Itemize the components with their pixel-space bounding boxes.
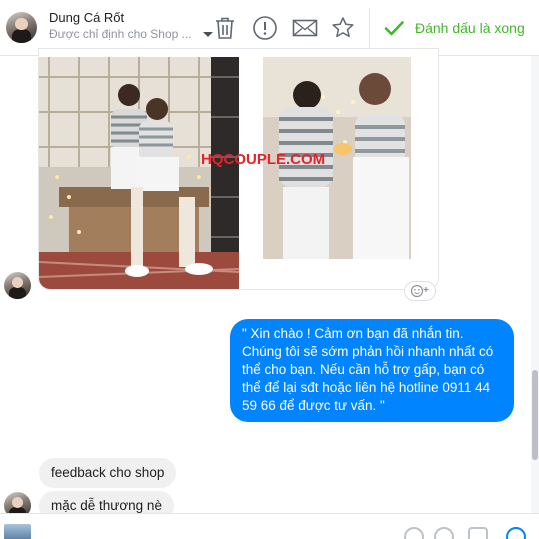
scrollbar-track[interactable] — [531, 56, 539, 513]
image-watermark: HQCOUPLE.COM — [201, 151, 326, 168]
check-icon — [384, 21, 404, 36]
gif-icon[interactable] — [468, 527, 490, 539]
couple-photo-left[interactable] — [39, 57, 239, 289]
scrollbar-thumb[interactable] — [532, 370, 538, 460]
mail-icon[interactable] — [292, 15, 318, 41]
smiley-plus-icon — [410, 284, 429, 298]
photo-message[interactable]: HQCOUPLE.COM — [38, 48, 439, 290]
sender-avatar[interactable] — [4, 272, 31, 299]
assign-dropdown[interactable]: Được chỉ định cho Shop ... — [49, 27, 217, 41]
sticker-icon[interactable] — [434, 527, 456, 539]
like-icon[interactable] — [506, 527, 528, 539]
mark-done-button[interactable]: Đánh dấu là xong — [383, 14, 525, 42]
contact-avatar[interactable] — [6, 12, 37, 43]
outgoing-message-bubble[interactable]: " Xin chào ! Cảm ơn bạn đã nhắn tin. Chú… — [230, 319, 514, 422]
trash-icon[interactable] — [212, 15, 238, 41]
attachment-thumbnail[interactable] — [4, 524, 31, 539]
mark-done-label: Đánh dấu là xong — [415, 20, 525, 36]
incoming-message-bubble[interactable]: feedback cho shop — [39, 458, 177, 488]
message-composer — [0, 513, 539, 539]
alert-icon[interactable] — [252, 15, 278, 41]
add-reaction-button[interactable] — [404, 281, 436, 301]
header-divider — [369, 8, 370, 48]
star-icon[interactable] — [330, 15, 356, 41]
assign-label: Được chỉ định cho Shop ... — [49, 27, 192, 41]
contact-name[interactable]: Dung Cá Rốt — [49, 10, 124, 25]
emoji-icon[interactable] — [404, 527, 426, 539]
